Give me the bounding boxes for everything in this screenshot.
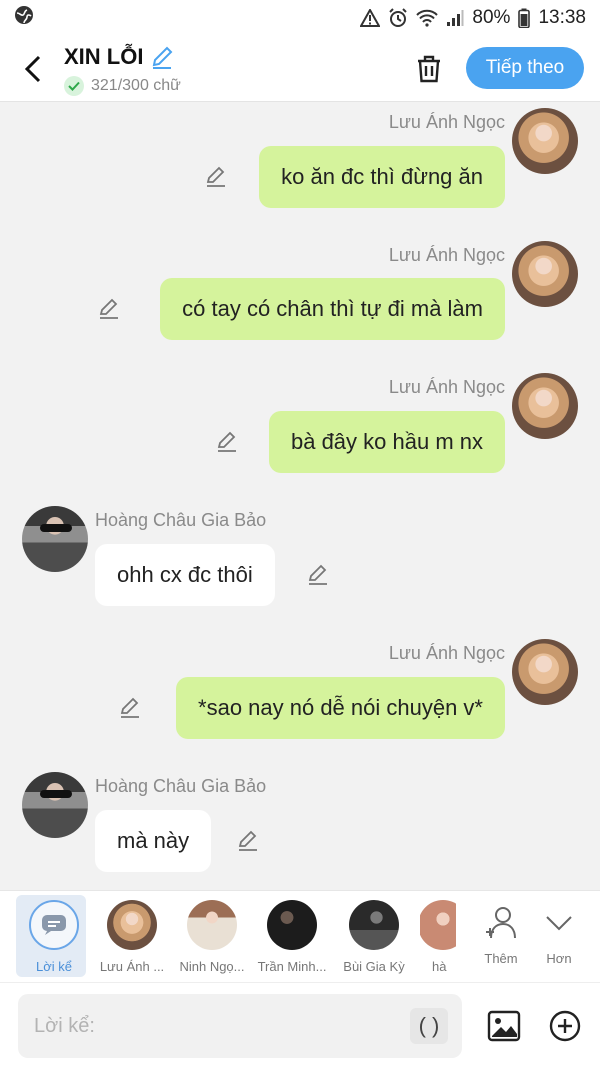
- signal-icon: [446, 9, 464, 27]
- story-title[interactable]: XIN LỖI: [64, 44, 181, 70]
- sender-name: Lưu Ánh Ngọc: [388, 643, 505, 663]
- next-button[interactable]: Tiếp theo: [466, 47, 584, 89]
- character-bar: Lời kể Lưu Ánh ... Ninh Ngọ... Trần Minh…: [0, 890, 600, 982]
- pencil-icon: [153, 46, 173, 69]
- pencil-icon: [217, 431, 236, 452]
- image-icon: [487, 1010, 521, 1042]
- chevron-down-icon: [541, 905, 577, 941]
- back-button[interactable]: [18, 52, 48, 86]
- battery-icon: [518, 8, 531, 28]
- avatar[interactable]: [512, 639, 578, 705]
- message-row: Hoàng Châu Gia Bảo ohh cx đc thôi: [0, 500, 600, 620]
- edit-message-button[interactable]: [235, 827, 261, 853]
- pencil-icon: [206, 166, 225, 187]
- character-label: Trần Minh...: [257, 959, 327, 974]
- sender-name: Lưu Ánh Ngọc: [388, 112, 505, 132]
- avatar: [420, 900, 456, 950]
- character-item[interactable]: Trần Minh...: [252, 891, 332, 983]
- character-item[interactable]: Bùi Gia Kỳ: [334, 891, 414, 983]
- word-count: 321/300 chữ: [64, 76, 181, 96]
- character-item[interactable]: Ninh Ngọ...: [172, 891, 252, 983]
- avatar[interactable]: [22, 772, 88, 838]
- avatar[interactable]: [512, 241, 578, 307]
- more-label: Hơn: [546, 951, 572, 966]
- sender-name: Hoàng Châu Gia Bảo: [95, 776, 267, 796]
- character-label: Lưu Ánh ...: [99, 959, 165, 974]
- avatar: [267, 900, 317, 950]
- more-button[interactable]: Hơn: [529, 891, 589, 983]
- add-character-button[interactable]: Thêm: [471, 891, 531, 983]
- message-row: Lưu Ánh Ngọc có tay có chân thì tự đi mà…: [0, 235, 600, 355]
- character-label: hà: [432, 959, 447, 974]
- avatar[interactable]: [512, 108, 578, 174]
- message-bubble[interactable]: bà đây ko hầu m nx: [268, 411, 505, 473]
- sender-name: Hoàng Châu Gia Bảo: [95, 510, 267, 530]
- pencil-icon: [99, 298, 118, 319]
- character-item[interactable]: Lưu Ánh ...: [92, 891, 172, 983]
- message-bubble[interactable]: ko ăn đc thì đừng ăn: [259, 146, 505, 208]
- story-title-text: XIN LỖI: [64, 44, 144, 69]
- character-label: Lời kể: [36, 959, 72, 974]
- add-button[interactable]: [546, 1007, 584, 1045]
- add-person-icon: [483, 905, 519, 941]
- trash-icon: [418, 55, 440, 83]
- wifi-icon: [416, 9, 439, 27]
- character-label: Ninh Ngọ...: [179, 959, 245, 974]
- delete-button[interactable]: [412, 52, 446, 86]
- composer: ( ): [0, 982, 600, 1067]
- message-row: Lưu Ánh Ngọc *sao nay nó dễ nói chuyện v…: [0, 633, 600, 753]
- pencil-icon: [238, 830, 257, 851]
- avatar: [349, 900, 399, 950]
- chat-area: Lưu Ánh Ngọc ko ăn đc thì đừng ăn Lưu Án…: [0, 102, 600, 890]
- clock: 13:38: [538, 7, 586, 28]
- editor-header: XIN LỖI 321/300 chữ Tiếp theo: [0, 36, 600, 102]
- battery-level: 80%: [472, 7, 511, 28]
- narration-icon: [29, 900, 79, 950]
- message-bubble[interactable]: mà này: [95, 810, 212, 872]
- avatar: [107, 900, 157, 950]
- check-icon: [64, 76, 84, 96]
- message-bubble[interactable]: *sao nay nó dễ nói chuyện v*: [176, 677, 505, 739]
- globe-icon: [14, 5, 34, 31]
- chevron-left-icon: [24, 55, 41, 83]
- status-bar: 80% 13:38: [0, 0, 600, 36]
- add-label: Thêm: [484, 951, 518, 966]
- edit-message-button[interactable]: [203, 163, 229, 189]
- title-area: XIN LỖI 321/300 chữ: [64, 44, 181, 96]
- parentheses-button[interactable]: ( ): [410, 1008, 448, 1044]
- message-row: Hoàng Châu Gia Bảo mà này: [0, 766, 600, 886]
- edit-message-button[interactable]: [117, 694, 143, 720]
- avatar[interactable]: [22, 506, 88, 572]
- narration-input[interactable]: [18, 994, 462, 1058]
- pencil-icon: [120, 697, 139, 718]
- plus-circle-icon: [549, 1010, 581, 1042]
- message-row: Lưu Ánh Ngọc bà đây ko hầu m nx: [0, 367, 600, 487]
- message-row: Lưu Ánh Ngọc ko ăn đc thì đừng ăn: [0, 102, 600, 222]
- message-bubble[interactable]: có tay có chân thì tự đi mà làm: [160, 278, 505, 340]
- edit-message-button[interactable]: [305, 561, 331, 587]
- word-count-text: 321/300 chữ: [91, 77, 181, 94]
- character-narrator[interactable]: Lời kể: [14, 891, 94, 983]
- avatar: [187, 900, 237, 950]
- edit-message-button[interactable]: [96, 295, 122, 321]
- character-item[interactable]: hà: [420, 891, 456, 983]
- edit-message-button[interactable]: [214, 428, 240, 454]
- message-bubble[interactable]: ohh cx đc thôi: [95, 544, 275, 606]
- warning-icon: [360, 9, 381, 27]
- alarm-icon: [388, 8, 408, 28]
- pencil-icon: [308, 564, 327, 585]
- insert-image-button[interactable]: [485, 1007, 523, 1045]
- avatar[interactable]: [512, 373, 578, 439]
- sender-name: Lưu Ánh Ngọc: [388, 377, 505, 397]
- sender-name: Lưu Ánh Ngọc: [388, 245, 505, 265]
- character-label: Bùi Gia Kỳ: [343, 959, 405, 974]
